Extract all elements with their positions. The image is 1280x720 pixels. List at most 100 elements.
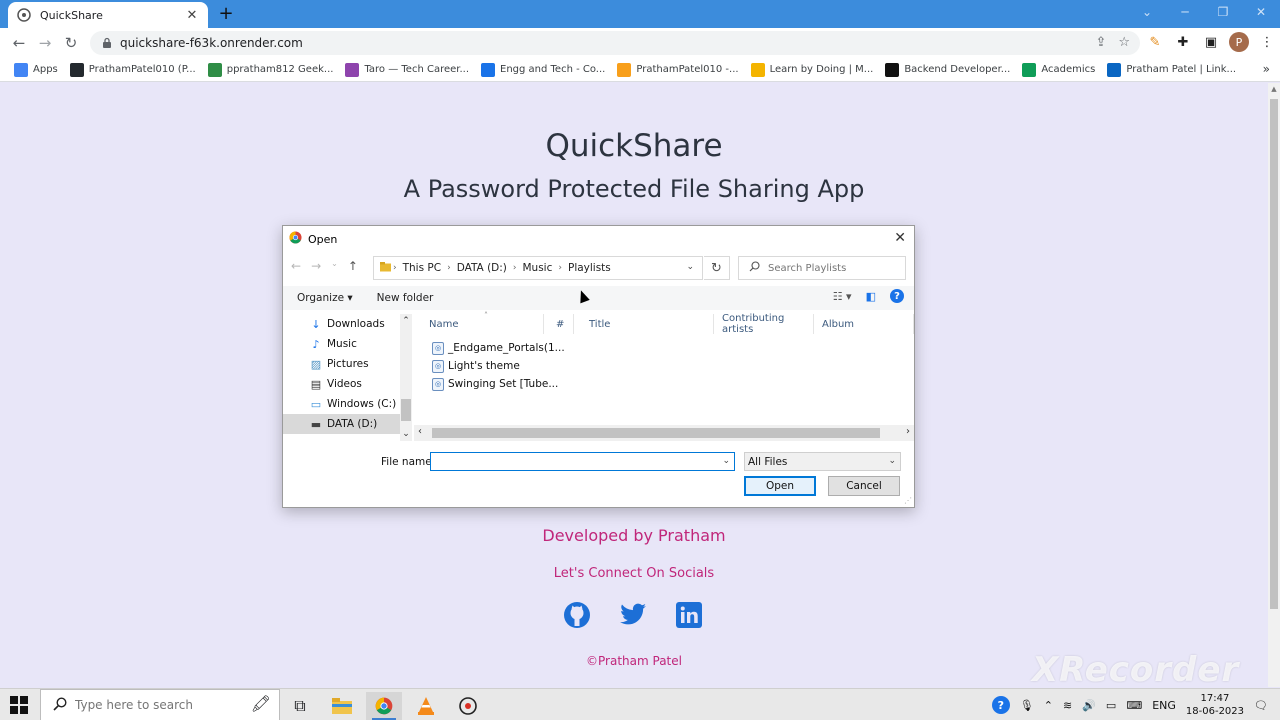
battery-icon[interactable]: ▭ — [1106, 699, 1116, 712]
organize-button[interactable]: Organize ▾ — [297, 292, 353, 304]
dialog-forward-icon[interactable]: → — [311, 259, 321, 273]
tab-close-icon[interactable]: ✕ — [184, 7, 200, 23]
taskbar-search-input[interactable] — [75, 698, 205, 712]
preview-pane-icon[interactable]: ◧ — [866, 290, 876, 303]
breadcrumb-segment[interactable]: Music — [523, 262, 553, 274]
hscroll-thumb[interactable] — [432, 428, 880, 438]
recent-chevron-icon[interactable]: ⌄ — [331, 259, 338, 273]
share-icon[interactable]: ⇪ — [1095, 35, 1106, 50]
bookmark-2[interactable]: ppratham812 Geek... — [202, 59, 340, 81]
bookmark-7[interactable]: Backend Developer... — [879, 59, 1016, 81]
tab-quickshare[interactable]: QuickShare ✕ — [8, 2, 208, 28]
bookmark-star-icon[interactable]: ☆ — [1118, 35, 1130, 50]
column-header-2[interactable]: Title — [574, 314, 714, 334]
search-highlight-icon[interactable]: 🖍 — [251, 694, 271, 713]
minimize-icon[interactable]: ─ — [1166, 0, 1204, 24]
column-header-4[interactable]: Album — [814, 314, 914, 334]
help-tray-icon[interactable]: ? — [991, 696, 1010, 714]
linkedin-icon[interactable] — [675, 601, 703, 629]
nav-scroll-down-icon[interactable]: ⌄ — [400, 429, 412, 439]
tray-chevron-up-icon[interactable]: ⌃ — [1044, 699, 1053, 712]
up-folder-icon[interactable]: ↑ — [348, 259, 358, 273]
page-scroll-thumb[interactable] — [1270, 99, 1278, 609]
back-icon[interactable]: ← — [6, 30, 32, 56]
volume-icon[interactable]: 🔊 — [1082, 699, 1096, 712]
dialog-close-icon[interactable]: ✕ — [894, 230, 906, 246]
new-tab-button[interactable]: + — [216, 5, 236, 23]
clock[interactable]: 17:47 18-06-2023 — [1186, 692, 1244, 718]
chrome-taskbar-icon[interactable] — [366, 692, 402, 720]
breadcrumb-chevron-icon[interactable]: › — [447, 263, 451, 273]
nav-item-0[interactable]: ↓ Downloads — [283, 314, 401, 334]
column-header-0[interactable]: Name — [414, 314, 544, 334]
bookmark-3[interactable]: Taro — Tech Career... — [339, 59, 475, 81]
breadcrumb-chevron-icon[interactable]: › — [558, 263, 562, 273]
keyboard-icon[interactable]: ⌨ — [1126, 699, 1142, 712]
file-name-field[interactable]: ⌄ — [430, 452, 735, 471]
bookmark-4[interactable]: Engg and Tech - Co... — [475, 59, 611, 81]
file-explorer-icon[interactable] — [324, 692, 360, 720]
breadcrumb-chevron-icon[interactable]: › — [393, 263, 397, 273]
dialog-search-box[interactable] — [738, 256, 906, 280]
new-folder-button[interactable]: New folder — [377, 292, 434, 304]
forward-icon[interactable]: → — [32, 30, 58, 56]
close-window-icon[interactable]: ✕ — [1242, 0, 1280, 24]
lock-icon[interactable] — [100, 36, 114, 50]
dialog-search-input[interactable] — [768, 262, 898, 274]
address-bar[interactable]: quickshare-f63k.onrender.com ⇪ ☆ — [90, 31, 1140, 55]
nav-scroll-up-icon[interactable]: ⌃ — [400, 316, 412, 326]
bookmark-9[interactable]: Pratham Patel | Link... — [1101, 59, 1242, 81]
bookmark-0[interactable]: Apps — [8, 59, 64, 81]
microphone-icon[interactable]: 🎙 — [1020, 699, 1034, 712]
bookmark-1[interactable]: PrathamPatel010 (P... — [64, 59, 202, 81]
address-dropdown-icon[interactable]: ⌄ — [686, 262, 694, 272]
nav-scroll-thumb[interactable] — [401, 399, 411, 421]
language-indicator[interactable]: ENG — [1152, 699, 1176, 712]
file-type-select[interactable]: All Files ⌄ — [744, 452, 901, 471]
task-view-icon[interactable]: ⧉ — [282, 692, 318, 720]
profile-avatar[interactable]: P — [1229, 32, 1249, 52]
side-panel-icon[interactable]: ▣ — [1201, 31, 1221, 53]
scroll-up-icon[interactable]: ▲ — [1268, 85, 1280, 95]
bookmarks-overflow-icon[interactable]: » — [1263, 62, 1270, 76]
dialog-address-bar[interactable]: › This PC › DATA (D:) › Music › Playlists ⌄ — [373, 256, 703, 280]
dialog-refresh-icon[interactable]: ↻ — [704, 256, 730, 280]
hscroll-right-icon[interactable]: › — [906, 426, 910, 437]
column-header-1[interactable]: # — [544, 314, 574, 334]
github-icon[interactable] — [563, 601, 591, 629]
recorder-app-icon[interactable] — [450, 692, 486, 720]
file-item[interactable]: ◎ Light's theme — [432, 358, 520, 374]
hscroll-left-icon[interactable]: ‹ — [418, 426, 422, 437]
nav-item-2[interactable]: ▨ Pictures — [283, 354, 401, 374]
view-options-icon[interactable]: ☷ ▾ — [833, 290, 852, 303]
chevron-down-icon[interactable]: ⌄ — [1128, 0, 1166, 24]
breadcrumb-segment[interactable]: Playlists — [568, 262, 611, 274]
dialog-back-icon[interactable]: ← — [291, 259, 301, 273]
pen-extension-icon[interactable]: ✎ — [1145, 31, 1165, 53]
breadcrumb-chevron-icon[interactable]: › — [513, 263, 517, 273]
nav-item-3[interactable]: ▤ Videos — [283, 374, 401, 394]
breadcrumb-segment[interactable]: This PC — [403, 262, 441, 274]
resize-grip-icon[interactable]: ⋰ — [904, 496, 912, 505]
bookmark-8[interactable]: Academics — [1016, 59, 1101, 81]
wifi-icon[interactable]: ≋ — [1063, 699, 1072, 712]
cancel-button[interactable]: Cancel — [828, 476, 900, 496]
maximize-icon[interactable]: ❐ — [1204, 0, 1242, 24]
bookmark-6[interactable]: Learn by Doing | M... — [745, 59, 880, 81]
nav-pane-scrollbar[interactable]: ⌃ ⌄ — [400, 314, 412, 441]
notifications-icon[interactable]: 🗨 — [1254, 699, 1268, 712]
nav-item-5[interactable]: ▬ DATA (D:) — [283, 414, 401, 434]
help-icon[interactable]: ? — [890, 289, 904, 303]
windows-start-icon[interactable] — [10, 696, 28, 714]
bookmark-5[interactable]: PrathamPatel010 -... — [611, 59, 744, 81]
nav-item-1[interactable]: ♪ Music — [283, 334, 401, 354]
breadcrumb-segment[interactable]: DATA (D:) — [457, 262, 507, 274]
file-name-input[interactable] — [431, 453, 711, 470]
file-item[interactable]: ◎ _Endgame_Portals(1... — [432, 340, 565, 356]
column-header-3[interactable]: Contributing artists — [714, 313, 814, 335]
nav-item-4[interactable]: ▭ Windows (C:) — [283, 394, 401, 414]
taskbar-search-box[interactable]: 🖍 — [40, 689, 280, 720]
file-item[interactable]: ◎ Swinging Set [Tube... — [432, 376, 558, 392]
file-type-dropdown-icon[interactable]: ⌄ — [888, 456, 896, 466]
menu-kebab-icon[interactable]: ⋮ — [1257, 31, 1277, 53]
